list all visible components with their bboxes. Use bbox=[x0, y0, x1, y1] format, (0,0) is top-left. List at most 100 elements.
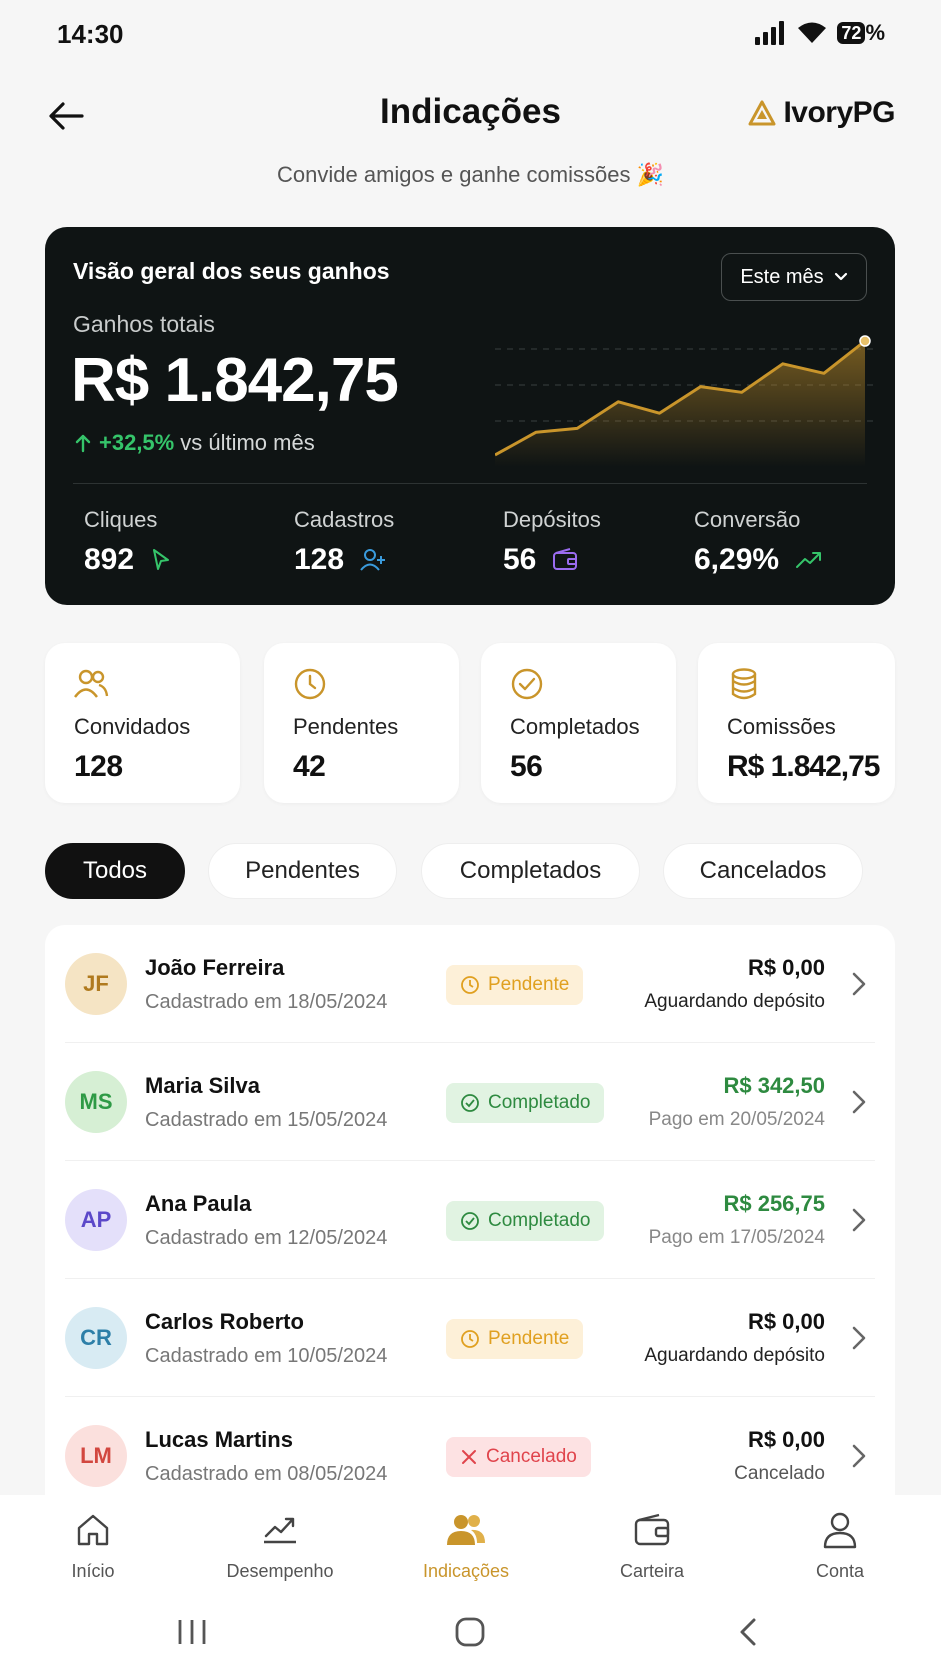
status-label: Pendente bbox=[488, 974, 570, 995]
total-earnings-label: Ganhos totais bbox=[73, 311, 215, 337]
avatar: MS bbox=[65, 1071, 127, 1133]
summary-label: Completados bbox=[510, 714, 640, 739]
summary-card-commissions[interactable]: Comissões R$ 1.842,75 bbox=[698, 643, 895, 803]
total-earnings-value: R$ 1.842,75 bbox=[71, 346, 399, 415]
avatar: LM bbox=[65, 1425, 127, 1487]
list-item[interactable]: MS Maria Silva Cadastrado em 15/05/2024 … bbox=[45, 1043, 895, 1161]
close-icon bbox=[462, 1450, 476, 1464]
tab-all[interactable]: Todos bbox=[45, 843, 185, 899]
summary-value: 128 bbox=[74, 750, 123, 783]
list-item[interactable]: LM Lucas Martins Cadastrado em 08/05/202… bbox=[45, 1397, 895, 1495]
nav-account[interactable]: Conta bbox=[755, 1509, 925, 1582]
referral-list: JF João Ferreira Cadastrado em 18/05/202… bbox=[45, 925, 895, 1495]
list-item[interactable]: AP Ana Paula Cadastrado em 12/05/2024 Co… bbox=[45, 1161, 895, 1279]
system-navigation-bar bbox=[0, 1595, 941, 1672]
list-item[interactable]: JF João Ferreira Cadastrado em 18/05/202… bbox=[45, 925, 895, 1043]
wallet-icon bbox=[553, 548, 578, 570]
nav-referrals[interactable]: Indicações bbox=[381, 1509, 551, 1582]
clock-icon bbox=[461, 976, 479, 994]
referral-note: Pago em 20/05/2024 bbox=[648, 1109, 825, 1130]
system-back-button[interactable] bbox=[728, 1615, 768, 1649]
battery-level: 72 bbox=[837, 22, 866, 44]
nav-home[interactable]: Início bbox=[8, 1509, 178, 1582]
chevron-down-icon bbox=[834, 272, 847, 281]
summary-card-pending[interactable]: Pendentes 42 bbox=[264, 643, 459, 803]
nav-label: Carteira bbox=[619, 1561, 685, 1581]
referral-amount: R$ 256,75 bbox=[723, 1191, 825, 1216]
battery-suffix: % bbox=[865, 20, 885, 45]
growth-indicator: +32,5% vs último mês bbox=[73, 430, 315, 456]
avatar: CR bbox=[65, 1307, 127, 1369]
earnings-trend-chart bbox=[495, 335, 875, 467]
tab-completed[interactable]: Completados bbox=[421, 843, 640, 899]
status-badge: Pendente bbox=[446, 965, 584, 1005]
arrow-up-icon bbox=[75, 434, 91, 453]
referral-name: João Ferreira bbox=[145, 955, 285, 980]
summary-label: Comissões bbox=[727, 714, 836, 739]
status-label: Pendente bbox=[488, 1328, 570, 1349]
status-icons: 72 % bbox=[755, 20, 885, 46]
summary-value: R$ 1.842,75 bbox=[727, 750, 880, 783]
brand-triangle-icon bbox=[748, 100, 776, 126]
status-badge: Completado bbox=[446, 1201, 605, 1241]
chevron-right-icon bbox=[852, 1090, 866, 1114]
summary-card-invited[interactable]: Convidados 128 bbox=[45, 643, 240, 803]
wallet-icon bbox=[634, 1513, 670, 1546]
status-badge: Completado bbox=[446, 1083, 605, 1123]
home-icon bbox=[77, 1514, 109, 1546]
tab-pending[interactable]: Pendentes bbox=[208, 843, 397, 899]
period-label: Este mês bbox=[740, 265, 824, 288]
recent-apps-button[interactable] bbox=[172, 1615, 212, 1649]
check-circle-icon bbox=[461, 1212, 479, 1230]
nav-performance[interactable]: Desempenho bbox=[195, 1509, 365, 1582]
period-select[interactable]: Este mês bbox=[721, 253, 867, 301]
summary-value: 56 bbox=[510, 750, 543, 783]
stat-label: Cliques bbox=[84, 507, 158, 532]
status-time: 14:30 bbox=[57, 19, 124, 49]
user-plus-icon bbox=[360, 549, 386, 571]
check-circle-icon bbox=[511, 668, 543, 700]
stat-deposits: Depósitos 56 bbox=[503, 507, 601, 577]
nav-label: Início bbox=[71, 1561, 115, 1581]
coins-icon bbox=[731, 668, 757, 700]
stat-value: 128 bbox=[294, 543, 345, 576]
summary-card-completed[interactable]: Completados 56 bbox=[481, 643, 676, 803]
brand-name: IvoryPG bbox=[783, 96, 895, 129]
status-badge: Pendente bbox=[446, 1319, 584, 1359]
status-label: Completado bbox=[488, 1092, 591, 1113]
referral-date: Cadastrado em 08/05/2024 bbox=[145, 1463, 388, 1485]
clock-icon bbox=[294, 668, 326, 700]
nav-label: Desempenho bbox=[226, 1561, 334, 1581]
summary-label: Convidados bbox=[74, 714, 191, 739]
earnings-title: Visão geral dos seus ganhos bbox=[73, 258, 390, 284]
stat-conversion: Conversão 6,29% bbox=[694, 507, 823, 577]
tab-cancelled[interactable]: Cancelados bbox=[663, 843, 863, 899]
home-button[interactable] bbox=[450, 1615, 490, 1649]
chevron-right-icon bbox=[852, 1444, 866, 1468]
battery-indicator: 72 % bbox=[837, 20, 885, 46]
chevron-right-icon bbox=[852, 1326, 866, 1350]
chevron-left-icon bbox=[740, 1618, 756, 1646]
list-item[interactable]: CR Carlos Roberto Cadastrado em 10/05/20… bbox=[45, 1279, 895, 1397]
stat-value: 56 bbox=[503, 543, 537, 576]
referral-date: Cadastrado em 10/05/2024 bbox=[145, 1345, 388, 1367]
trending-up-icon bbox=[796, 552, 822, 568]
referral-amount: R$ 342,50 bbox=[723, 1073, 825, 1098]
recent-apps-icon bbox=[178, 1620, 206, 1644]
referral-note: Aguardando depósito bbox=[644, 991, 825, 1012]
referral-name: Maria Silva bbox=[145, 1073, 260, 1098]
users-icon bbox=[447, 1515, 485, 1545]
users-icon bbox=[74, 669, 109, 698]
nav-label: Indicações bbox=[422, 1561, 510, 1581]
person-icon bbox=[823, 1512, 857, 1549]
referral-amount: R$ 0,00 bbox=[747, 1309, 825, 1334]
stat-value: 892 bbox=[84, 543, 135, 576]
referral-note: Cancelado bbox=[734, 1463, 825, 1484]
summary-label: Pendentes bbox=[293, 714, 399, 739]
stat-label: Depósitos bbox=[503, 507, 601, 532]
nav-wallet[interactable]: Carteira bbox=[567, 1509, 737, 1582]
status-badge: Cancelado bbox=[446, 1437, 591, 1477]
stat-clicks: Cliques 892 bbox=[84, 507, 172, 577]
stat-label: Cadastros bbox=[294, 507, 395, 532]
avatar: AP bbox=[65, 1189, 127, 1251]
